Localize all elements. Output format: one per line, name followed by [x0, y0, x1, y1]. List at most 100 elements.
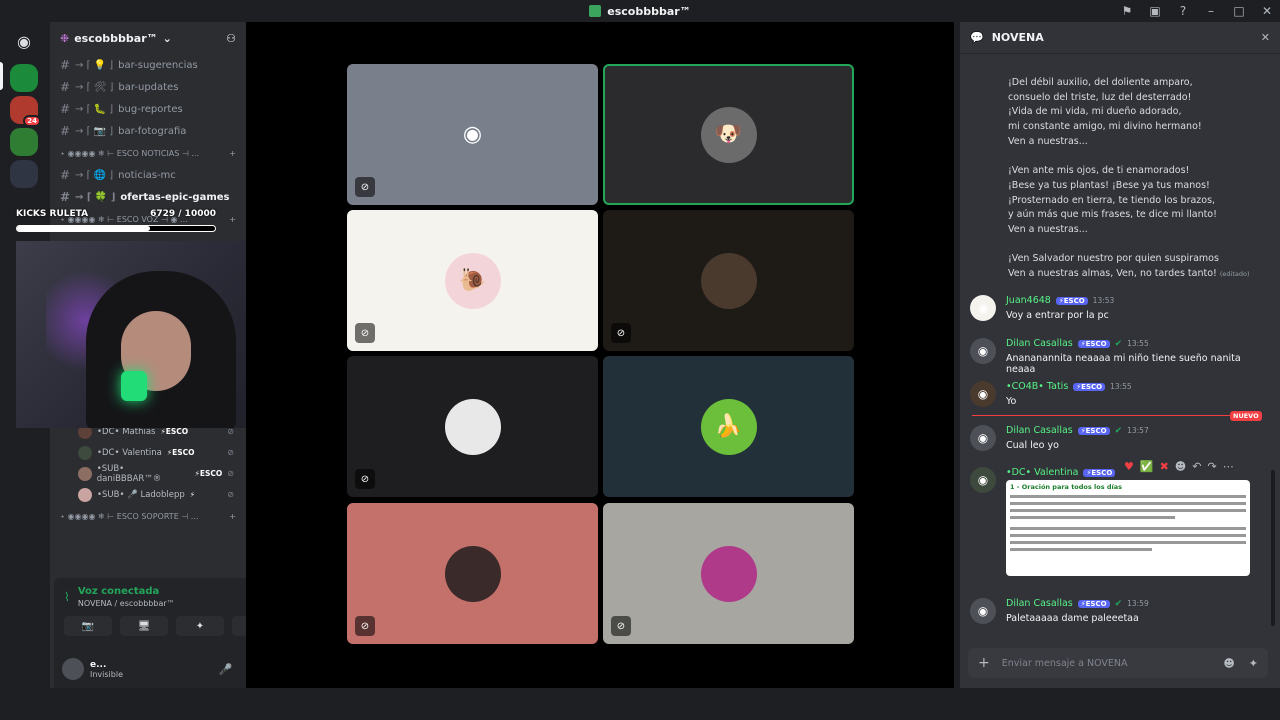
avatar[interactable]: ◉: [970, 338, 996, 364]
participant-tile[interactable]: 🍌: [603, 356, 854, 497]
chat-message[interactable]: ◉ •CO4B• Tatis ⚡ESCO 13:55 Yo: [970, 381, 1270, 407]
chat-message[interactable]: ◉ Dilan Casallas ⚡ESCO ✔ 13:57 Cual leo yo: [970, 425, 1270, 451]
category-news[interactable]: ⋆ ◉◉◉◉ ❄ ⊢ ESCO NOTICIAS ⊣ ... +: [50, 142, 246, 164]
chat-message[interactable]: ◉ Dilan Casallas ⚡ESCO ✔ 13:55 Anananannita n…: [970, 338, 1270, 375]
avatar[interactable]: ◉: [970, 381, 996, 407]
x-icon[interactable]: ✖: [1160, 460, 1169, 473]
server-icon[interactable]: [10, 160, 38, 188]
avatar[interactable]: [62, 658, 84, 680]
avatar: 🍌: [700, 398, 757, 455]
apps-icon[interactable]: ✦: [1249, 657, 1258, 670]
add-member-icon[interactable]: ⚇: [226, 32, 236, 45]
voice-location[interactable]: NOVENA / escobbbbar™: [78, 599, 175, 608]
chat-message[interactable]: ◉ Dilan Casallas ⚡ESCO ✔ 13:59 Paletaaaaa dam…: [970, 598, 1270, 624]
participant-tile[interactable]: ⊘: [603, 210, 854, 351]
inbox-icon[interactable]: ⚑: [1120, 4, 1134, 18]
esco-tag: ⚡ESCO: [1083, 468, 1116, 477]
cam-mic: [121, 371, 147, 401]
voice-user[interactable]: •SUB• 🎤 Ladoblepp ⚡ ⊘: [50, 484, 246, 505]
screen-icon[interactable]: ▣: [1148, 4, 1162, 18]
server-icon[interactable]: [10, 128, 38, 156]
message-author[interactable]: •DC• Valentina: [1006, 467, 1078, 478]
discord-home-icon[interactable]: ◉: [9, 26, 39, 56]
add-channel-icon[interactable]: +: [229, 149, 236, 158]
close-button[interactable]: ✕: [1260, 4, 1274, 18]
message-author[interactable]: Dilan Casallas: [1006, 425, 1073, 436]
camera-button[interactable]: 📷: [64, 616, 112, 636]
esco-tag: ⚡ESCO: [1077, 599, 1110, 608]
message-time: 13:53: [1092, 296, 1115, 305]
message-author[interactable]: Dilan Casallas: [1006, 598, 1073, 609]
server-icon[interactable]: 24: [10, 96, 41, 127]
category-support[interactable]: ⋆ ◉◉◉◉ ❄ ⊢ ESCO SOPORTE ⊣ ... +: [50, 505, 246, 527]
channel-item[interactable]: # → ⌈ 🌐 ⌋ noticias-mc: [50, 164, 246, 186]
hash-icon: #: [60, 80, 71, 94]
emoji-icon[interactable]: ☻: [1175, 460, 1186, 473]
screen-share-button[interactable]: 🖥: [120, 616, 168, 636]
chat-message[interactable]: ◉•DC• Valentina⚡ESCO✔1 - Oración para to…: [970, 467, 1270, 576]
maximize-button[interactable]: □: [1232, 4, 1246, 18]
channel-name: ofertas-epic-games: [120, 191, 230, 203]
channel-item[interactable]: # → ⌈ 🛠 ⌋ bar-updates: [50, 76, 246, 98]
close-icon[interactable]: ✕: [1261, 31, 1270, 44]
heart-icon[interactable]: ♥: [1124, 460, 1134, 473]
participant-tile[interactable]: 🐶: [603, 64, 854, 205]
message-text: Paletaaaaa dame paleeetaa: [1006, 613, 1139, 624]
channel-item[interactable]: # → ⌈ 🍀 ⌋ ofertas-epic-games: [50, 186, 246, 208]
image-attachment[interactable]: 1 - Oración para todos los días: [1006, 480, 1250, 576]
participant-tile[interactable]: ◉ ⊘: [347, 64, 598, 205]
message-time: 13:55: [1110, 382, 1132, 391]
message-author[interactable]: Dilan Casallas: [1006, 338, 1073, 349]
reply-icon[interactable]: ↶: [1192, 460, 1201, 473]
minimize-button[interactable]: –: [1204, 4, 1218, 18]
channel-name: bug-reportes: [118, 103, 183, 115]
poem-line: y aún más que mis frases, te dice mi lla…: [1008, 209, 1217, 221]
server-name: escobbbbar™: [74, 31, 158, 45]
avatar: [444, 398, 501, 455]
microphone-icon[interactable]: 🎤: [219, 663, 233, 676]
avatar[interactable]: ◉: [970, 295, 996, 321]
voice-user[interactable]: •SUB• daniBBBAR™® ⚡ESCO ⊘: [50, 463, 246, 484]
emoji-icon[interactable]: ☻: [1223, 657, 1234, 670]
participant-tile[interactable]: ⊘: [347, 503, 598, 644]
channel-item[interactable]: # → ⌈ 💡 ⌋ bar-sugerencias: [50, 54, 246, 76]
esco-tag: ⚡ESCO: [1077, 426, 1110, 435]
participant-tile[interactable]: 🐌 ⊘: [347, 210, 598, 351]
participant-tile[interactable]: ⊘: [603, 503, 854, 644]
muted-icon: ⊘: [355, 323, 375, 343]
server-icon[interactable]: [10, 64, 38, 92]
avatar[interactable]: ◉: [970, 598, 996, 624]
avatar[interactable]: ◉: [970, 425, 996, 451]
server-icon: [589, 5, 602, 17]
check-icon[interactable]: ✅: [1140, 460, 1154, 473]
message-author[interactable]: •CO4B• Tatis: [1006, 381, 1068, 392]
forward-icon[interactable]: ↷: [1207, 460, 1216, 473]
chat-scrollbar[interactable]: [1271, 470, 1275, 626]
chat-input[interactable]: + Enviar mensaje a NOVENA ☻ ✦: [968, 648, 1268, 678]
help-icon[interactable]: ?: [1176, 4, 1190, 18]
add-channel-icon[interactable]: +: [229, 512, 236, 521]
avatar[interactable]: ◉: [970, 467, 996, 493]
esco-tag: ⚡ESCO: [166, 448, 195, 457]
kicks-ruleta-count: 6729 / 10000: [150, 209, 216, 219]
kicks-progress-bar: [16, 225, 216, 232]
add-channel-icon[interactable]: +: [229, 215, 236, 224]
esco-tag: ⚡: [189, 490, 196, 499]
voice-user[interactable]: •DC• Valentina ⚡ESCO ⊘: [50, 442, 246, 463]
activity-button[interactable]: ✦: [176, 616, 224, 636]
voice-user-name: •SUB• 🎤 Ladoblepp: [97, 489, 185, 500]
esco-tag: ⚡ESCO: [1073, 382, 1106, 391]
channel-item[interactable]: # → ⌈ 🐛 ⌋ bug-reportes: [50, 98, 246, 120]
server-active-pill: [0, 62, 3, 90]
more-icon[interactable]: ⋯: [1223, 460, 1234, 473]
participant-tile[interactable]: ⊘: [347, 356, 598, 497]
channel-prefix: → ⌈ 🌐 ⌋: [75, 169, 114, 181]
channel-item[interactable]: # → ⌈ 📷 ⌋ bar-fotografia: [50, 120, 246, 142]
poem-line: consuelo del triste, luz del desterrado!: [1008, 91, 1192, 103]
server-header[interactable]: ❉ escobbbbar™ ⌄ ⚇: [50, 22, 246, 54]
message-author[interactable]: Juan4648: [1006, 295, 1051, 306]
hash-icon: #: [60, 124, 71, 138]
soundboard-button[interactable]: 🚀: [232, 616, 246, 636]
chat-message[interactable]: ◉ Juan4648 ⚡ESCO 13:53 Voy a entrar por la p…: [970, 295, 1270, 321]
add-attachment-icon[interactable]: +: [978, 655, 990, 671]
